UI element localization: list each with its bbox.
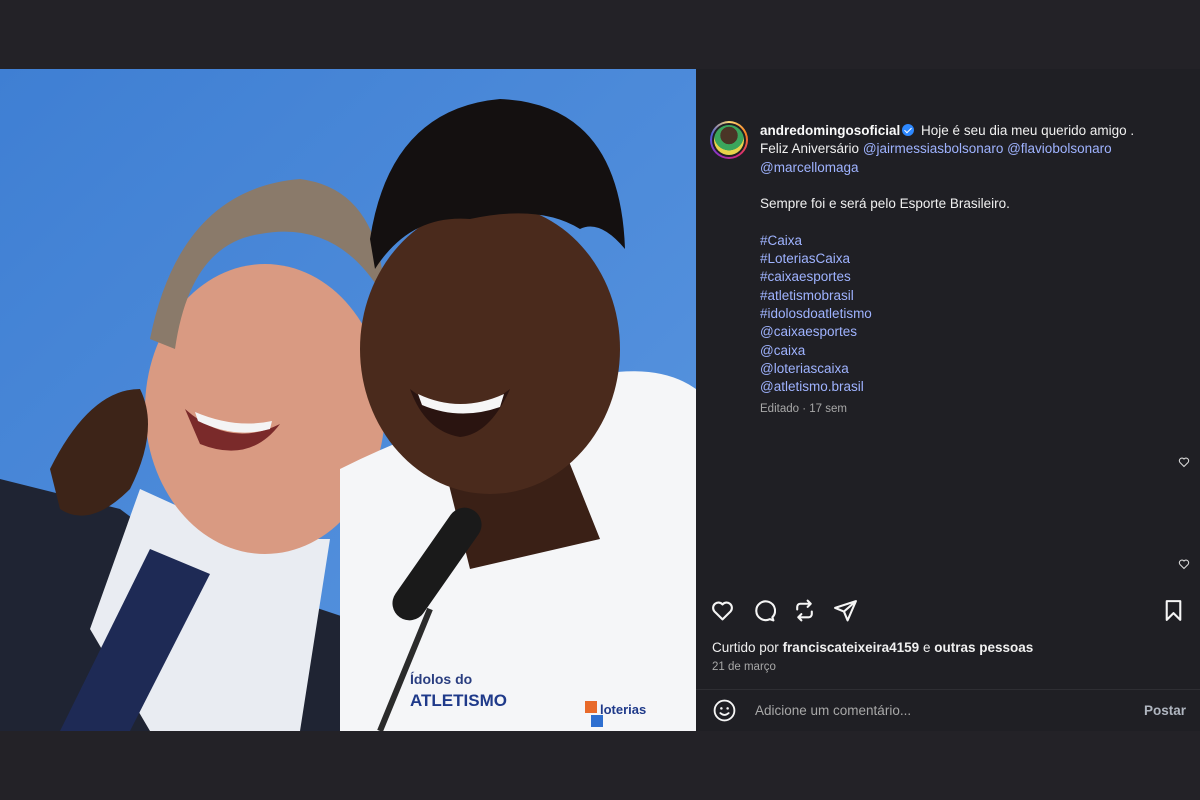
post-sidebar: andredomingosoficial Hoje é seu dia meu … xyxy=(696,69,1200,731)
caption-meta: Editado · 17 sem xyxy=(760,403,847,416)
post-comment-button[interactable]: Postar xyxy=(1144,703,1186,718)
comment-icon[interactable] xyxy=(751,598,776,623)
post-dialog: Ídolos do ATLETISMO loterias andredoming… xyxy=(0,69,1200,731)
shirt-logo-text-2: ATLETISMO xyxy=(410,691,507,710)
post-photo: Ídolos do ATLETISMO loterias xyxy=(0,69,696,731)
comment-input[interactable] xyxy=(753,702,1144,719)
caption-body: Sempre foi e será pelo Esporte Brasileir… xyxy=(760,196,1010,212)
liked-by-prefix: Curtido por xyxy=(712,640,779,655)
post-actions xyxy=(710,597,1186,623)
caption-intro: Hoje é seu dia meu querido amigo . xyxy=(921,123,1135,138)
mention-link[interactable]: @caixa xyxy=(760,342,1134,360)
post-date: 21 de março xyxy=(712,661,776,673)
shirt-logo-text: Ídolos do xyxy=(410,671,472,687)
liked-by-others[interactable]: outras pessoas xyxy=(934,640,1033,655)
hashtag-link[interactable]: #Caixa xyxy=(760,232,1134,250)
post-caption: andredomingosoficial Hoje é seu dia meu … xyxy=(710,121,1180,419)
username-link[interactable]: andredomingosoficial xyxy=(760,123,900,138)
loterias-logo-text: loterias xyxy=(600,702,646,717)
caption-birthday: Feliz Aniversário xyxy=(760,141,860,157)
liked-by-user[interactable]: franciscateixeira4159 xyxy=(783,640,920,655)
mention-link[interactable]: @loteriascaixa xyxy=(760,360,1134,378)
likes-summary: Curtido por franciscateixeira4159 e outr… xyxy=(712,640,1033,655)
edited-label: Editado xyxy=(760,403,800,416)
bookmark-icon[interactable] xyxy=(1161,598,1186,623)
mention-link[interactable]: @caixaesportes xyxy=(760,323,1134,341)
heart-icon[interactable] xyxy=(710,598,735,623)
mention-link[interactable]: @marcellomaga xyxy=(760,160,859,175)
verified-badge-icon xyxy=(902,124,915,136)
post-photo-illustration: Ídolos do ATLETISMO loterias xyxy=(0,69,696,731)
hashtag-link[interactable]: #LoteriasCaixa xyxy=(760,250,1134,268)
avatar-image xyxy=(714,125,744,155)
comment-like-heart-icon[interactable] xyxy=(1178,558,1190,570)
time-ago: 17 sem xyxy=(809,403,847,416)
avatar[interactable] xyxy=(710,121,748,159)
caption-text: andredomingosoficial Hoje é seu dia meu … xyxy=(760,122,1134,419)
hashtag-link[interactable]: #caixaesportes xyxy=(760,268,1134,286)
share-icon[interactable] xyxy=(833,598,858,623)
emoji-icon[interactable] xyxy=(712,698,737,723)
hashtag-link[interactable]: #idolosdoatletismo xyxy=(760,305,1134,323)
mention-link[interactable]: @jairmessiasbolsonaro xyxy=(863,141,1004,156)
comment-like-heart-icon[interactable] xyxy=(1178,456,1190,468)
repost-icon[interactable] xyxy=(792,598,817,623)
mention-link[interactable]: @flaviobolsonaro xyxy=(1007,141,1112,156)
liked-by-and: e xyxy=(922,640,931,655)
hashtag-link[interactable]: #atletismobrasil xyxy=(760,287,1134,305)
comment-bar: Postar xyxy=(696,689,1200,731)
mention-link[interactable]: @atletismo.brasil xyxy=(760,378,1134,396)
